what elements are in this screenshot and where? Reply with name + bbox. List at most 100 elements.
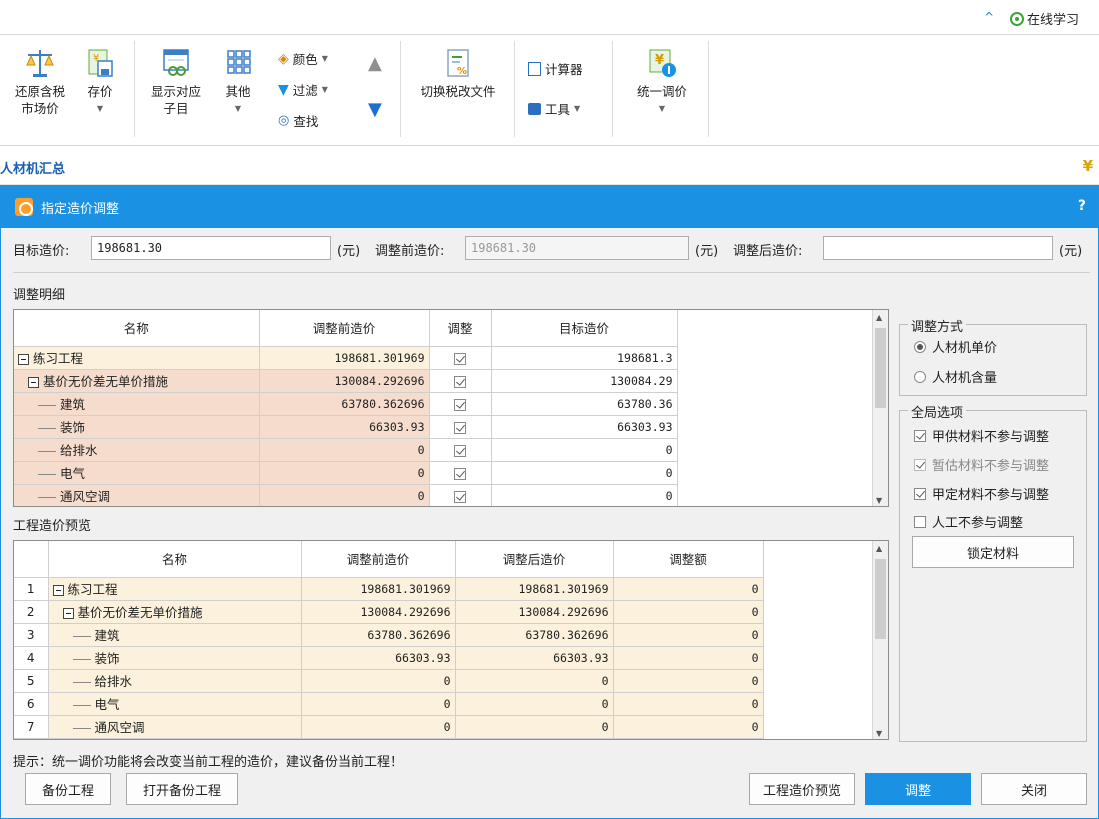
- filter-button[interactable]: ▼ 过滤 ▼: [278, 80, 328, 99]
- adjust-checkbox[interactable]: [454, 375, 466, 388]
- table-row[interactable]: 3 建筑 63780.362696 63780.362696 0: [14, 623, 874, 647]
- adjust-checkbox-cell[interactable]: [429, 392, 492, 416]
- row-delta-cell: 0: [613, 600, 764, 624]
- ribbon-divider: [400, 41, 401, 137]
- switch-tax-file-button[interactable]: % 切换税改文件: [410, 47, 506, 100]
- row-target-cell[interactable]: 0: [491, 461, 678, 485]
- yen-icon[interactable]: ¥: [1083, 157, 1093, 175]
- show-sub-item-button[interactable]: 显示对应 子目: [140, 47, 212, 117]
- scroll-thumb[interactable]: [875, 559, 886, 639]
- help-icon[interactable]: ?: [1078, 198, 1086, 214]
- option-a-fixed-checkbox[interactable]: 甲定材料不参与调整: [914, 484, 1049, 503]
- col-after[interactable]: 调整后造价: [455, 541, 614, 578]
- radio-button[interactable]: [914, 370, 926, 383]
- col-before[interactable]: 调整前造价: [259, 310, 430, 347]
- table-row[interactable]: 2 基价无价差无单价措施 130084.292696 130084.292696…: [14, 600, 874, 624]
- row-name-cell: 给排水: [48, 669, 302, 693]
- detail-scrollbar[interactable]: ▲ ▼: [872, 310, 888, 506]
- table-row[interactable]: 4 装饰 66303.93 66303.93 0: [14, 646, 874, 670]
- close-button[interactable]: 关闭: [981, 773, 1087, 805]
- row-delta-cell: 0: [613, 646, 764, 670]
- collapse-icon[interactable]: [28, 377, 39, 388]
- option-labor-checkbox[interactable]: 人工不参与调整: [914, 512, 1023, 531]
- find-button[interactable]: ◎ 查找: [278, 111, 318, 130]
- scroll-up-icon[interactable]: ▲: [876, 544, 882, 553]
- radio-button[interactable]: [914, 340, 926, 353]
- cost-preview-button[interactable]: 工程造价预览: [749, 773, 855, 805]
- row-target-cell[interactable]: 63780.36: [491, 392, 678, 416]
- adjust-checkbox[interactable]: [454, 444, 466, 457]
- open-backup-button[interactable]: 打开备份工程: [126, 773, 238, 805]
- adjust-checkbox-cell[interactable]: [429, 346, 492, 370]
- unify-price-button[interactable]: ¥ 统一调价 ▼: [622, 47, 702, 117]
- table-row[interactable]: 6 电气 0 0 0: [14, 692, 874, 716]
- collapse-icon[interactable]: [62, 608, 74, 619]
- table-row[interactable]: 5 给排水 0 0 0: [14, 669, 874, 693]
- color-button[interactable]: ◈ 颜色 ▼: [278, 49, 328, 68]
- restore-tax-price-button[interactable]: 还原含税 市场价: [8, 47, 72, 117]
- adjust-checkbox[interactable]: [454, 352, 466, 365]
- method-quantity-radio[interactable]: 人材机含量: [914, 367, 997, 386]
- table-row[interactable]: 基价无价差无单价措施 130084.292696 130084.29: [14, 369, 872, 393]
- row-before-cell: 0: [301, 692, 456, 716]
- scroll-thumb[interactable]: [875, 328, 886, 408]
- table-row[interactable]: 电气 0 0: [14, 461, 872, 485]
- adjust-checkbox-cell[interactable]: [429, 369, 492, 393]
- calculator-button[interactable]: 计算器: [528, 59, 583, 78]
- tab-material-summary[interactable]: 人材机汇总: [0, 158, 65, 177]
- lock-material-button[interactable]: 锁定材料: [912, 536, 1074, 568]
- table-row[interactable]: 装饰 66303.93 66303.93: [14, 415, 872, 439]
- adjust-checkbox-cell[interactable]: [429, 438, 492, 462]
- row-name: 建筑: [60, 397, 86, 412]
- row-target-cell[interactable]: 198681.3: [491, 346, 678, 370]
- row-target-cell[interactable]: 130084.29: [491, 369, 678, 393]
- row-target-cell[interactable]: 66303.93: [491, 415, 678, 439]
- after-price-input[interactable]: [823, 236, 1053, 260]
- col-adjust[interactable]: 调整: [429, 310, 492, 347]
- col-name[interactable]: 名称: [48, 541, 302, 578]
- table-row[interactable]: 练习工程 198681.301969 198681.3: [14, 346, 872, 370]
- scroll-down-icon[interactable]: ▼: [876, 496, 882, 505]
- adjust-checkbox[interactable]: [454, 421, 466, 434]
- online-learning-link[interactable]: 在线学习: [1010, 9, 1079, 28]
- collapse-icon[interactable]: [18, 354, 29, 365]
- move-up-button[interactable]: ▲: [368, 53, 382, 74]
- col-before[interactable]: 调整前造价: [301, 541, 456, 578]
- col-target[interactable]: 目标造价: [491, 310, 678, 347]
- checkbox[interactable]: [914, 487, 926, 500]
- move-down-button[interactable]: ▼: [368, 99, 382, 120]
- scroll-up-icon[interactable]: ▲: [876, 313, 882, 322]
- adjust-checkbox[interactable]: [454, 490, 466, 503]
- adjust-button[interactable]: 调整: [865, 773, 971, 805]
- col-name[interactable]: 名称: [14, 310, 260, 347]
- table-row[interactable]: 7 通风空调 0 0 0: [14, 715, 874, 739]
- adjust-checkbox-cell[interactable]: [429, 415, 492, 439]
- adjust-checkbox[interactable]: [454, 467, 466, 480]
- scroll-down-icon[interactable]: ▼: [876, 729, 882, 738]
- table-row[interactable]: 建筑 63780.362696 63780.36: [14, 392, 872, 416]
- backup-project-button[interactable]: 备份工程: [25, 773, 111, 805]
- table-row[interactable]: 通风空调 0 0: [14, 484, 872, 506]
- cost-preview-grid[interactable]: 名称 调整前造价 调整后造价 调整额 1 练习工程 198681.301969 …: [13, 540, 889, 740]
- collapse-icon[interactable]: [52, 585, 64, 596]
- adjust-checkbox-cell[interactable]: [429, 484, 492, 506]
- table-row[interactable]: 1 练习工程 198681.301969 198681.301969 0: [14, 577, 874, 601]
- row-target-cell[interactable]: 0: [491, 438, 678, 462]
- adjust-checkbox[interactable]: [454, 398, 466, 411]
- row-delta-cell: 0: [613, 715, 764, 739]
- col-delta[interactable]: 调整额: [613, 541, 764, 578]
- checkbox[interactable]: [914, 515, 926, 528]
- option-a-supply-checkbox[interactable]: 甲供材料不参与调整: [914, 426, 1049, 445]
- method-unit-price-radio[interactable]: 人材机单价: [914, 337, 997, 356]
- tools-button[interactable]: 工具 ▼: [528, 99, 580, 118]
- adjust-checkbox-cell[interactable]: [429, 461, 492, 485]
- store-price-button[interactable]: ¥ 存价 ▼: [78, 47, 122, 117]
- preview-scrollbar[interactable]: ▲ ▼: [872, 541, 888, 739]
- collapse-ribbon-icon[interactable]: ^: [984, 10, 994, 24]
- adjust-detail-grid[interactable]: 名称 调整前造价 调整 目标造价 练习工程 198681.301969 1986…: [13, 309, 889, 507]
- target-price-input[interactable]: 198681.30: [91, 236, 331, 260]
- table-row[interactable]: 给排水 0 0: [14, 438, 872, 462]
- checkbox[interactable]: [914, 429, 926, 442]
- other-button[interactable]: 其他 ▼: [216, 47, 260, 117]
- row-target-cell[interactable]: 0: [491, 484, 678, 506]
